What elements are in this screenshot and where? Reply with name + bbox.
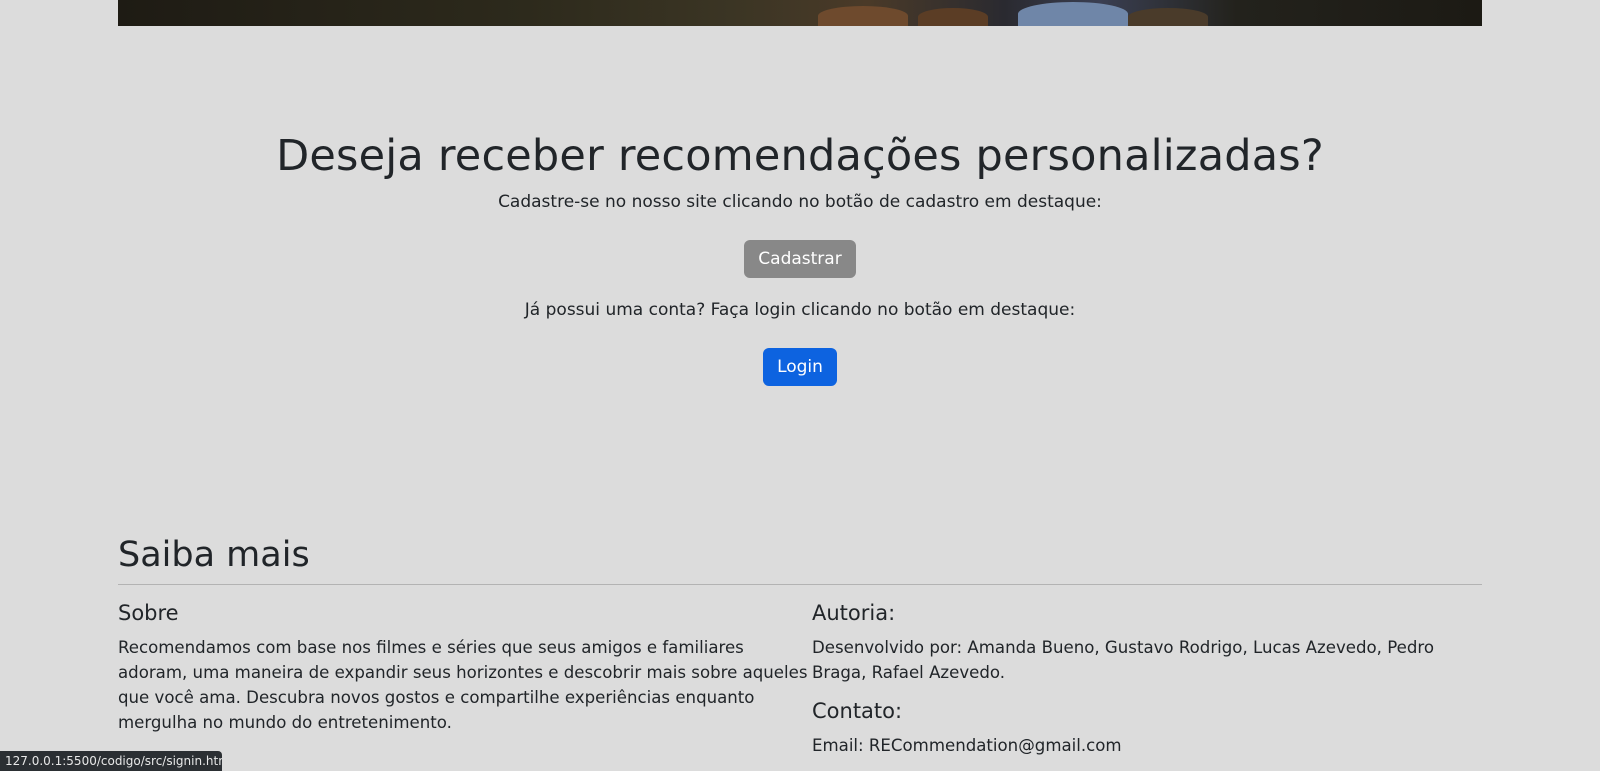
authors-text: Desenvolvido por: Amanda Bueno, Gustavo … bbox=[812, 638, 1434, 682]
login-text: Já possui uma conta? Faça login clicando… bbox=[524, 300, 1076, 320]
hero-image bbox=[118, 0, 1482, 26]
section-divider bbox=[118, 584, 1482, 585]
page: Deseja receber recomendações personaliza… bbox=[0, 0, 1600, 771]
about-column: Sobre Recomendamos com base nos filmes e… bbox=[118, 599, 812, 758]
shoe-image-part bbox=[818, 6, 908, 26]
about-text: Recomendamos com base nos filmes e série… bbox=[118, 638, 808, 732]
shoe-image-part bbox=[1128, 8, 1208, 26]
authors-contact-column: Autoria: Desenvolvido por: Amanda Bueno,… bbox=[812, 599, 1482, 758]
signup-button[interactable]: Cadastrar bbox=[744, 240, 856, 278]
link-status-tooltip: 127.0.0.1:5500/codigo/src/signin.html bbox=[0, 751, 222, 771]
login-button[interactable]: Login bbox=[763, 348, 837, 386]
about-title: Sobre bbox=[118, 601, 179, 625]
contact-title: Contato: bbox=[812, 699, 903, 723]
signup-cta-section: Deseja receber recomendações personaliza… bbox=[0, 130, 1600, 386]
info-columns: Sobre Recomendamos com base nos filmes e… bbox=[118, 599, 1482, 758]
signup-text: Cadastre-se no nosso site clicando no bo… bbox=[498, 192, 1102, 212]
authors-title: Autoria: bbox=[812, 601, 896, 625]
cta-heading: Deseja receber recomendações personaliza… bbox=[276, 131, 1324, 181]
jeans-image-part bbox=[1018, 2, 1128, 26]
shoe-image-part bbox=[918, 8, 988, 26]
contact-email: Email: RECommendation@gmail.com bbox=[812, 736, 1122, 755]
learn-more-section: Saiba mais Sobre Recomendamos com base n… bbox=[118, 532, 1482, 758]
learn-more-title: Saiba mais bbox=[118, 535, 310, 575]
